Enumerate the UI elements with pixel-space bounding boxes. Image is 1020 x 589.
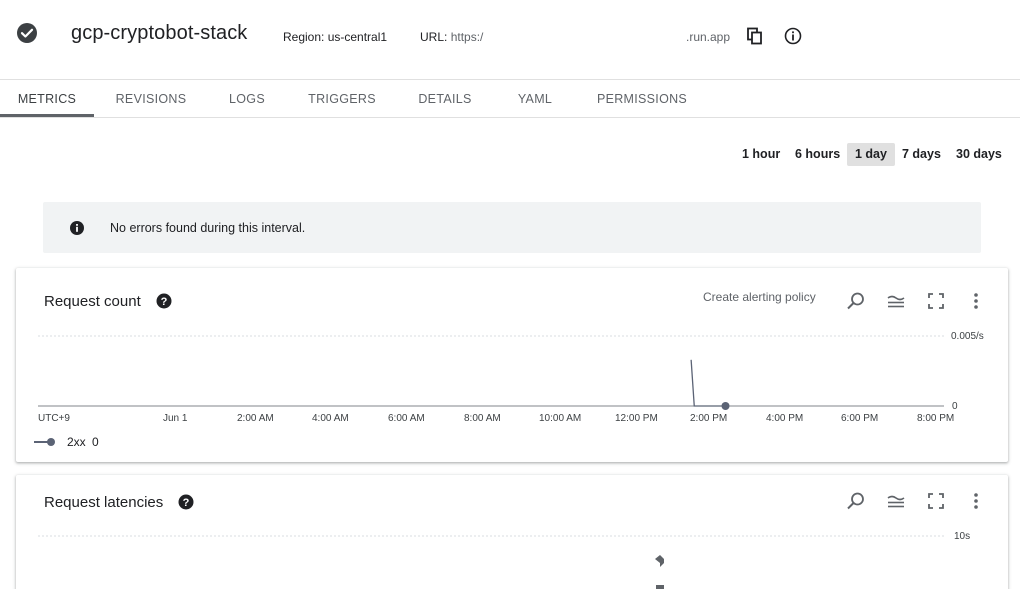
legend-series-name: 2xx (67, 435, 86, 449)
y-tick-zero: 0 (952, 401, 958, 412)
range-7-days[interactable]: 7 days (894, 143, 949, 166)
y-tick-max: 0.005/s (951, 331, 984, 342)
zoom-icon[interactable] (845, 290, 867, 312)
service-url-suffix[interactable]: .run.app (686, 30, 730, 44)
zoom-icon[interactable] (845, 490, 867, 512)
card-title: Request count (44, 293, 141, 310)
help-icon[interactable]: ? (178, 494, 194, 510)
series-point-2xx[interactable] (721, 402, 730, 410)
tab-yaml[interactable]: YAML (508, 81, 562, 117)
tab-logs[interactable]: LOGS (217, 81, 277, 117)
more-options-icon[interactable] (965, 490, 987, 512)
service-name: gcp-cryptobot-stack (71, 22, 248, 44)
range-1-hour[interactable]: 1 hour (734, 143, 788, 166)
x-tick-label: 2:00 AM (237, 413, 274, 424)
copy-icon[interactable] (745, 26, 765, 46)
region-label: Region: us-central1 (283, 30, 388, 44)
help-icon[interactable]: ? (156, 293, 172, 309)
more-options-icon[interactable] (965, 290, 987, 312)
x-tick-label: UTC+9 (38, 413, 70, 424)
legend-series-value: 0 (92, 435, 99, 449)
request-count-card: Request count ? Create alerting policy 0… (16, 268, 1008, 462)
range-1-day[interactable]: 1 day (847, 143, 895, 166)
tab-permissions[interactable]: PERMISSIONS (592, 81, 692, 117)
x-tick-label: 6:00 PM (841, 413, 878, 424)
legend-toggle-icon[interactable] (885, 490, 907, 512)
tab-metrics[interactable]: METRICS (0, 81, 94, 117)
tab-revisions[interactable]: REVISIONS (104, 81, 198, 117)
x-tick-label: Jun 1 (163, 413, 188, 424)
legend-toggle-icon[interactable] (885, 290, 907, 312)
banner-message: No errors found during this interval. (110, 221, 306, 235)
series-line-2xx (690, 359, 726, 407)
svg-text:?: ? (161, 296, 168, 308)
url-label-text: URL: (420, 30, 448, 44)
latency-marker (655, 555, 664, 567)
x-tick-label: 4:00 AM (312, 413, 349, 424)
info-icon (70, 221, 84, 235)
url-label: URL: https:/ (420, 30, 483, 44)
x-tick-labels: UTC+9 Jun 1 2:00 AM 4:00 AM 6:00 AM 8:00 AM 10… (38, 413, 954, 424)
latency-bar (656, 585, 664, 589)
y-tick-max: 10s (954, 531, 970, 542)
svg-text:?: ? (183, 497, 190, 509)
x-tick-label: 8:00 PM (917, 413, 954, 424)
legend-dot-marker (47, 438, 55, 446)
x-tick-label: 10:00 AM (539, 413, 581, 424)
fullscreen-icon[interactable] (925, 490, 947, 512)
x-tick-label: 8:00 AM (464, 413, 501, 424)
create-alerting-policy-link[interactable]: Create alerting policy (703, 290, 816, 304)
fullscreen-icon[interactable] (925, 290, 947, 312)
request-count-chart: 0.005/s 0 UTC+9 Jun 1 2:00 AM 4:00 AM 6:00 A… (38, 331, 984, 424)
request-latencies-card: Request latencies ? 10s (16, 475, 1008, 589)
service-header: gcp-cryptobot-stack Region: us-central1 … (0, 0, 1020, 80)
x-tick-label: 2:00 PM (690, 413, 727, 424)
series-2xx (690, 359, 730, 410)
range-6-hours[interactable]: 6 hours (787, 143, 848, 166)
range-30-days[interactable]: 30 days (948, 143, 1010, 166)
card-title: Request latencies (44, 494, 164, 511)
tab-details[interactable]: DETAILS (410, 81, 480, 117)
service-url[interactable]: https:/ (451, 30, 484, 44)
x-tick-label: 12:00 PM (615, 413, 658, 424)
no-errors-banner: No errors found during this interval. (43, 202, 981, 253)
request-latencies-chart: 10s (38, 531, 970, 589)
info-icon[interactable] (783, 26, 803, 46)
tab-triggers[interactable]: TRIGGERS (300, 81, 384, 117)
check-circle-icon (17, 23, 37, 43)
x-tick-label: 6:00 AM (388, 413, 425, 424)
tab-bar: METRICS REVISIONS LOGS TRIGGERS DETAILS … (0, 81, 1020, 118)
x-tick-label: 4:00 PM (766, 413, 803, 424)
